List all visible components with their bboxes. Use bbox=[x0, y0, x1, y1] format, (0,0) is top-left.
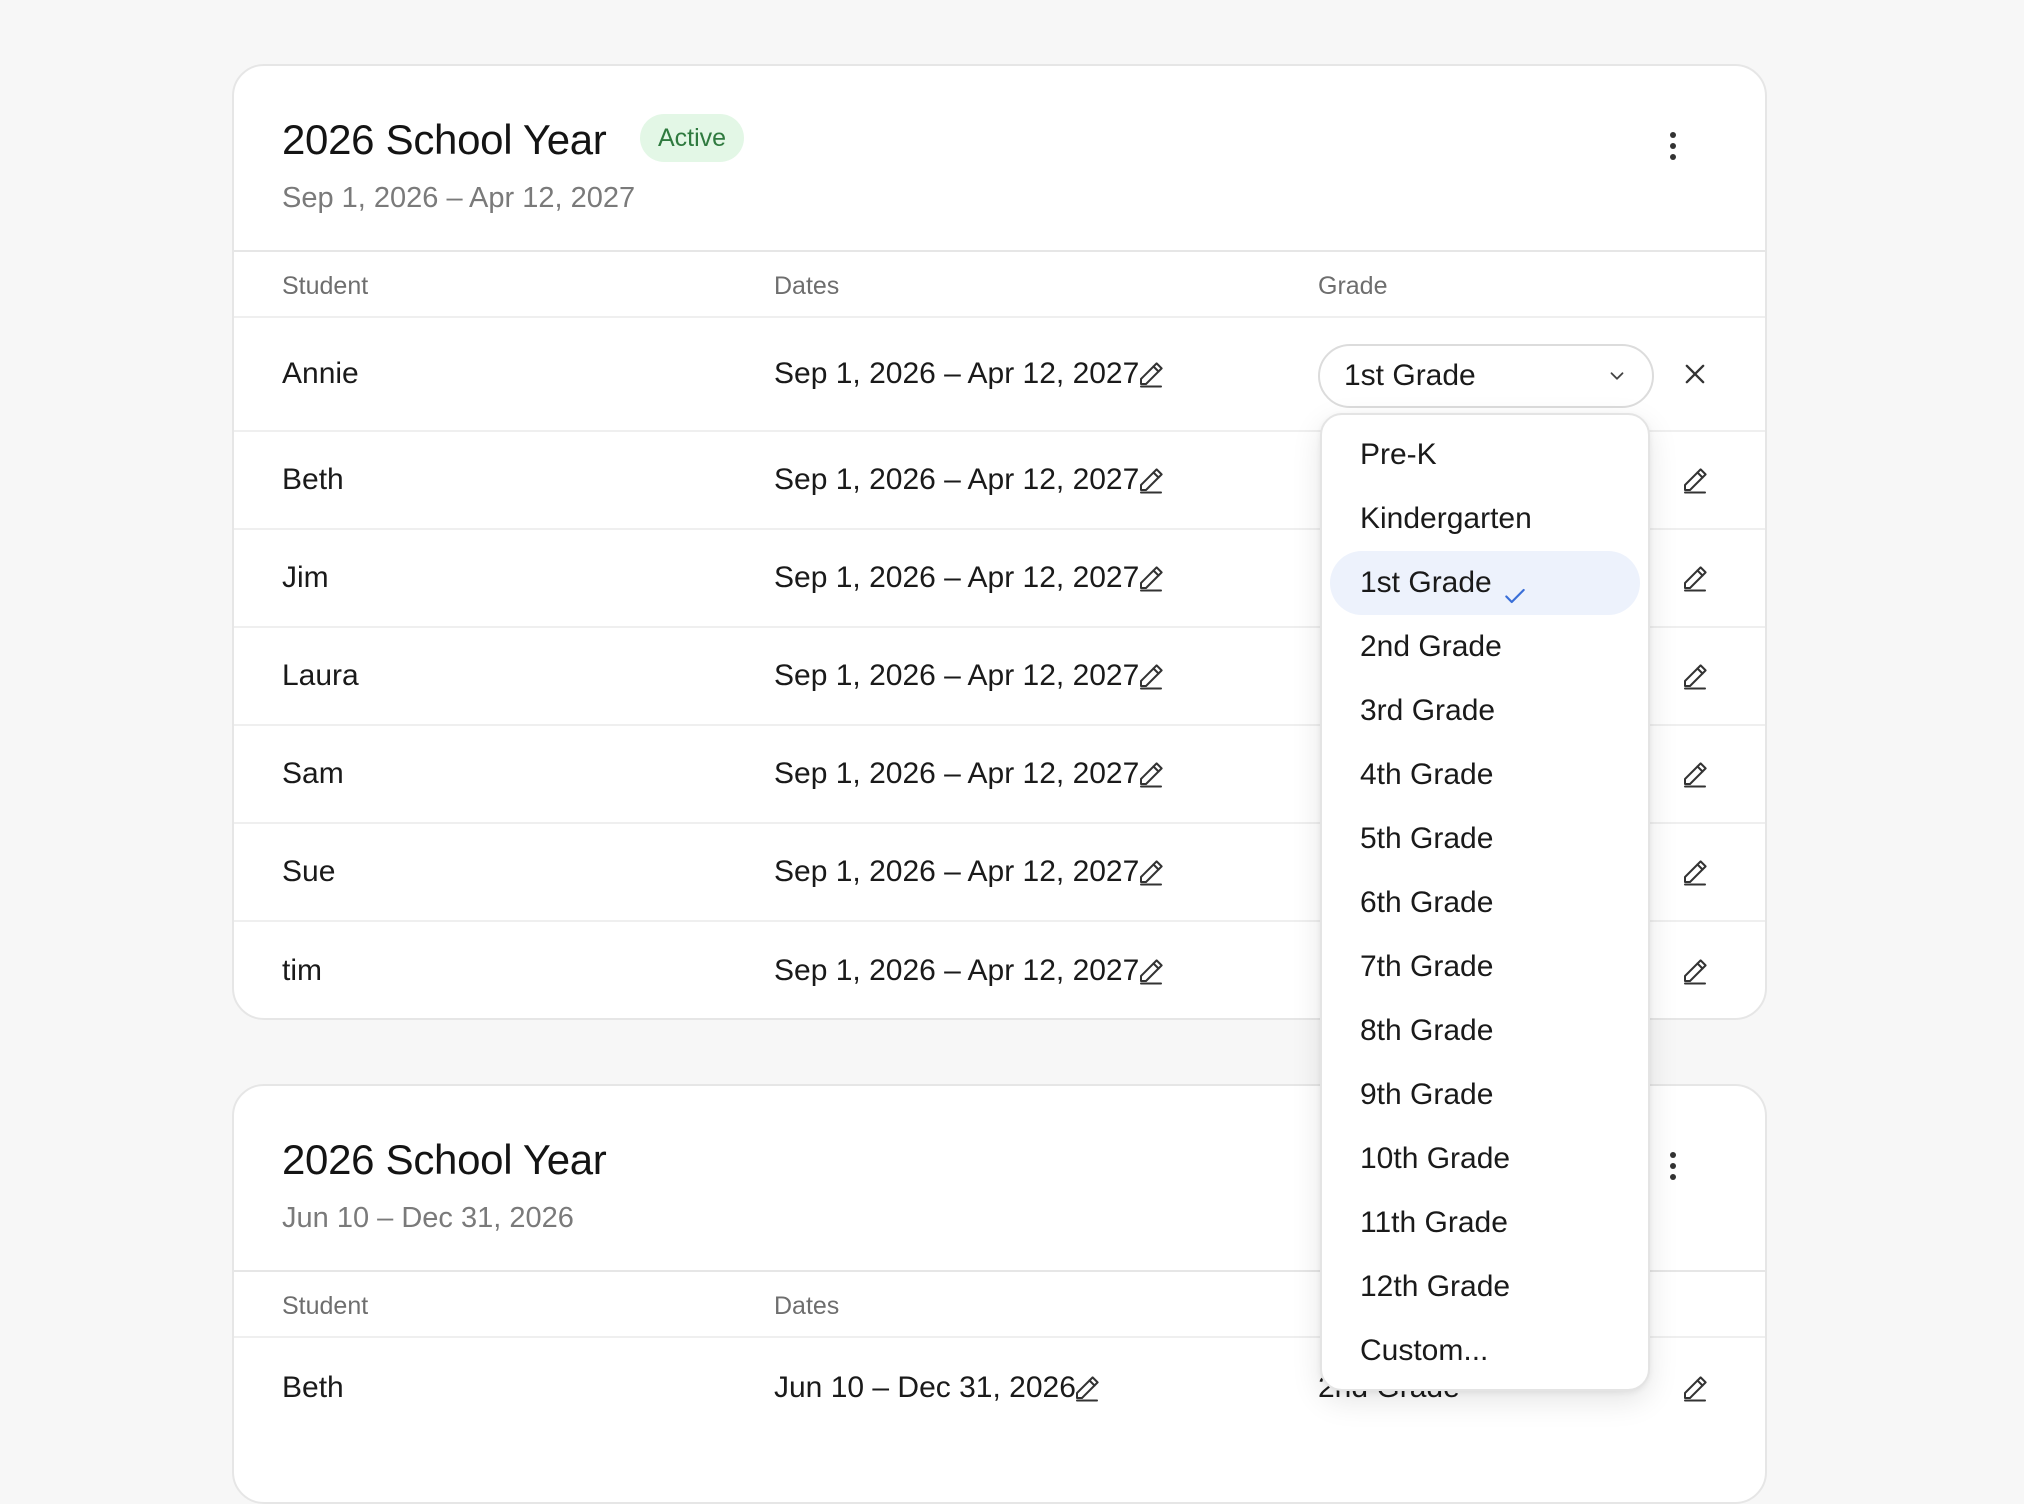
student-dates: Sep 1, 2026 – Apr 12, 2027 bbox=[774, 659, 1140, 692]
student-dates: Sep 1, 2026 – Apr 12, 2027 bbox=[774, 463, 1140, 496]
chevron-down-icon bbox=[1606, 365, 1628, 387]
student-name: tim bbox=[282, 954, 322, 987]
option-label: 12th Grade bbox=[1360, 1270, 1511, 1303]
student-dates: Jun 10 – Dec 31, 2026 bbox=[774, 1371, 1076, 1404]
option-label: 4th Grade bbox=[1360, 758, 1494, 791]
edit-dates-pencil-icon[interactable] bbox=[1136, 359, 1166, 389]
student-name: Beth bbox=[282, 463, 344, 496]
grade-dropdown-menu: Pre-K Kindergarten 1st Grade 2nd Grade 3… bbox=[1320, 413, 1650, 1391]
status-badge: Active bbox=[640, 114, 745, 162]
grade-option-pre-k[interactable]: Pre-K bbox=[1330, 423, 1640, 487]
option-label: 3rd Grade bbox=[1360, 694, 1496, 727]
option-label: 1st Grade bbox=[1360, 566, 1492, 599]
grade-option-4th-grade[interactable]: 4th Grade bbox=[1330, 743, 1640, 807]
edit-grade-pencil-icon[interactable] bbox=[1680, 661, 1710, 691]
option-label: 5th Grade bbox=[1360, 822, 1494, 855]
option-label: 9th Grade bbox=[1360, 1078, 1494, 1111]
cancel-edit-close-icon[interactable] bbox=[1681, 360, 1709, 388]
grade-option-kindergarten[interactable]: Kindergarten bbox=[1330, 487, 1640, 551]
option-label: 8th Grade bbox=[1360, 1014, 1494, 1047]
option-label: 10th Grade bbox=[1360, 1142, 1511, 1175]
edit-dates-pencil-icon[interactable] bbox=[1136, 465, 1166, 495]
grade-option-7th-grade[interactable]: 7th Grade bbox=[1330, 935, 1640, 999]
grade-select[interactable]: 1st Grade bbox=[1318, 344, 1654, 408]
column-header-dates: Dates bbox=[774, 272, 840, 300]
student-name: Sam bbox=[282, 757, 344, 790]
school-year-title: 2026 School Year bbox=[282, 1136, 607, 1183]
edit-dates-pencil-icon[interactable] bbox=[1136, 857, 1166, 887]
grade-option-3rd-grade[interactable]: 3rd Grade bbox=[1330, 679, 1640, 743]
grade-option-8th-grade[interactable]: 8th Grade bbox=[1330, 999, 1640, 1063]
column-header-student: Student bbox=[282, 272, 369, 300]
option-label: 11th Grade bbox=[1360, 1206, 1508, 1239]
school-year-title: 2026 School Year bbox=[282, 116, 607, 163]
edit-grade-pencil-icon[interactable] bbox=[1680, 1373, 1710, 1403]
column-header-grade: Grade bbox=[1318, 272, 1388, 300]
edit-dates-pencil-icon[interactable] bbox=[1136, 956, 1166, 986]
grade-option-12th-grade[interactable]: 12th Grade bbox=[1330, 1255, 1640, 1319]
student-name: Sue bbox=[282, 855, 336, 888]
edit-dates-pencil-icon[interactable] bbox=[1072, 1373, 1102, 1403]
option-label: Pre-K bbox=[1360, 438, 1437, 471]
table-header: Student Dates Grade bbox=[234, 252, 1765, 318]
more-options-icon[interactable] bbox=[1653, 1146, 1693, 1186]
edit-grade-pencil-icon[interactable] bbox=[1680, 759, 1710, 789]
more-options-icon[interactable] bbox=[1653, 126, 1693, 166]
option-label: 2nd Grade bbox=[1360, 630, 1502, 663]
student-name: Laura bbox=[282, 659, 359, 692]
student-dates: Sep 1, 2026 – Apr 12, 2027 bbox=[774, 855, 1140, 888]
grade-select-value: 1st Grade bbox=[1344, 359, 1476, 392]
edit-grade-pencil-icon[interactable] bbox=[1680, 857, 1710, 887]
option-label: Custom... bbox=[1360, 1334, 1489, 1367]
edit-dates-pencil-icon[interactable] bbox=[1136, 661, 1166, 691]
grade-option-9th-grade[interactable]: 9th Grade bbox=[1330, 1063, 1640, 1127]
student-dates: Sep 1, 2026 – Apr 12, 2027 bbox=[774, 757, 1140, 790]
card-header: 2026 School Year Active Sep 1, 2026 – Ap… bbox=[234, 66, 1765, 252]
edit-dates-pencil-icon[interactable] bbox=[1136, 759, 1166, 789]
school-year-range: Jun 10 – Dec 31, 2026 bbox=[282, 1202, 574, 1234]
grade-option-5th-grade[interactable]: 5th Grade bbox=[1330, 807, 1640, 871]
option-label: Kindergarten bbox=[1360, 502, 1532, 535]
grade-option-6th-grade[interactable]: 6th Grade bbox=[1330, 871, 1640, 935]
student-name: Beth bbox=[282, 1371, 344, 1404]
option-label: 7th Grade bbox=[1360, 950, 1494, 983]
student-dates: Sep 1, 2026 – Apr 12, 2027 bbox=[774, 954, 1140, 987]
option-label: 6th Grade bbox=[1360, 886, 1494, 919]
grade-option-10th-grade[interactable]: 10th Grade bbox=[1330, 1127, 1640, 1191]
edit-grade-pencil-icon[interactable] bbox=[1680, 956, 1710, 986]
student-name: Annie bbox=[282, 357, 359, 390]
school-year-range: Sep 1, 2026 – Apr 12, 2027 bbox=[282, 182, 636, 214]
grade-option-11th-grade[interactable]: 11th Grade bbox=[1330, 1191, 1640, 1255]
grade-option-custom[interactable]: Custom... bbox=[1330, 1319, 1640, 1383]
grade-option-1st-grade[interactable]: 1st Grade bbox=[1330, 551, 1640, 615]
student-name: Jim bbox=[282, 561, 329, 594]
edit-dates-pencil-icon[interactable] bbox=[1136, 563, 1166, 593]
check-icon bbox=[1502, 568, 1528, 604]
edit-grade-pencil-icon[interactable] bbox=[1680, 563, 1710, 593]
grade-option-2nd-grade[interactable]: 2nd Grade bbox=[1330, 615, 1640, 679]
edit-grade-pencil-icon[interactable] bbox=[1680, 465, 1710, 495]
student-dates: Sep 1, 2026 – Apr 12, 2027 bbox=[774, 561, 1140, 594]
column-header-student: Student bbox=[282, 1292, 369, 1320]
student-dates: Sep 1, 2026 – Apr 12, 2027 bbox=[774, 357, 1140, 390]
column-header-dates: Dates bbox=[774, 1292, 840, 1320]
